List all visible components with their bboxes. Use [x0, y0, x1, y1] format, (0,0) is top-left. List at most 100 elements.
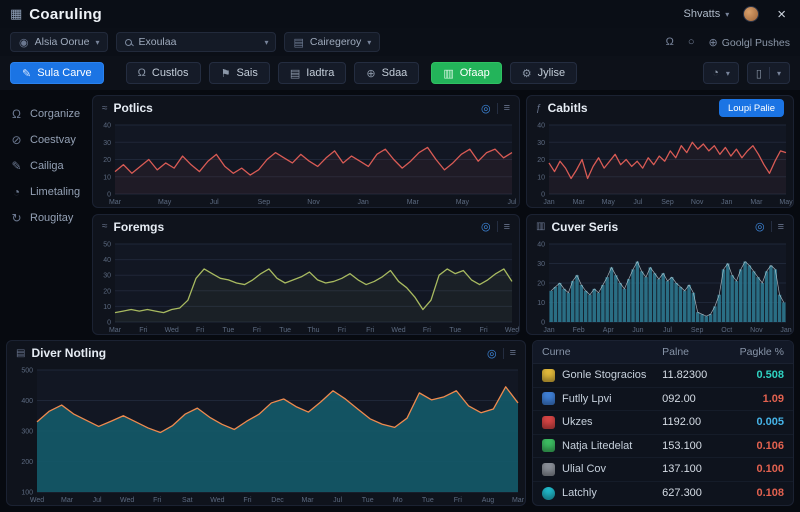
sidebar-item-coestvay[interactable]: ⊘ Coestvay: [6, 129, 88, 151]
svg-text:20: 20: [103, 288, 111, 295]
table-row[interactable]: Futlly Lpvi 092.00 1.09: [533, 388, 793, 411]
bell-icon[interactable]: Ω: [666, 36, 674, 48]
svg-text:0: 0: [541, 319, 545, 326]
svg-text:Wed: Wed: [120, 497, 134, 504]
sidebar-item-corganize[interactable]: Ω Corganize: [6, 103, 88, 125]
svg-text:100: 100: [21, 490, 33, 497]
menu-icon[interactable]: ≡: [510, 347, 516, 359]
toolbar-button-sdaa[interactable]: ⊕ Sdaa: [354, 62, 420, 84]
sidebar-item-rougitay[interactable]: ↻ Rougitay: [6, 207, 88, 229]
svg-text:30: 30: [537, 261, 545, 268]
sidebar-item-limetaling[interactable]: ◔ Limetaling: [6, 181, 88, 203]
table-row[interactable]: Ulial Cov 137.100 0.100: [533, 458, 793, 482]
history-icon: ↻: [11, 211, 22, 225]
search-box[interactable]: ▾: [116, 32, 277, 52]
svg-text:10: 10: [103, 303, 111, 310]
svg-text:30: 30: [537, 140, 545, 147]
table-row[interactable]: Ukzes 1192.00 0.005: [533, 411, 793, 435]
svg-text:Jun: Jun: [632, 327, 643, 334]
svg-text:Nov: Nov: [691, 199, 704, 206]
svg-text:Fri: Fri: [454, 497, 463, 504]
bell-icon: Ω: [12, 107, 21, 121]
svg-text:20: 20: [537, 157, 545, 164]
toolbar-button-jylise[interactable]: ⚙ Jylise: [509, 62, 578, 84]
svg-text:Sep: Sep: [691, 327, 704, 334]
svg-text:Jan: Jan: [543, 199, 554, 206]
menu-icon[interactable]: ≡: [778, 221, 784, 233]
table-row[interactable]: Latchly 627.300 0.108: [533, 482, 793, 506]
svg-text:Fri: Fri: [423, 327, 432, 334]
search-icon: [125, 38, 133, 46]
pencil-icon: ✎: [22, 67, 32, 80]
globe-link[interactable]: ⊕ Goolgl Pushes: [708, 36, 790, 49]
primary-action-button[interactable]: ✎ Sula Carve: [10, 62, 104, 84]
chart-grid: ≈ Potlics ◎ ≡ 0 10 20 30 40 Mar May Jul Sep Nov Ja…: [92, 95, 794, 335]
panel-title: Foremgs: [113, 219, 165, 234]
toolbar-button-sais[interactable]: ⚑ Sais: [208, 62, 270, 84]
svg-text:Tue: Tue: [449, 327, 461, 334]
svg-text:Tue: Tue: [223, 327, 235, 334]
category-dropdown[interactable]: ▤ Cairegeroy ▾: [284, 32, 381, 52]
coin-icon: [542, 415, 555, 429]
time-range-control[interactable]: ◔ ▾: [703, 62, 739, 84]
primary-action-label: Sula Carve: [37, 67, 92, 79]
user-menu[interactable]: Shvatts ▾: [684, 8, 730, 20]
gear-icon: ⚙: [521, 67, 532, 80]
svg-text:200: 200: [21, 459, 33, 466]
toolbar-button-iadtra[interactable]: ▤ Iadtra: [277, 62, 347, 84]
settings-icon[interactable]: ◎: [755, 220, 765, 233]
avatar[interactable]: [743, 6, 760, 22]
app-title: Coaruling: [29, 5, 102, 23]
svg-text:10: 10: [537, 174, 545, 181]
sidebar-item-cailiga[interactable]: ✎ Cailiga: [6, 155, 88, 177]
category-icon: ▤: [293, 36, 304, 49]
settings-icon[interactable]: ◎: [481, 220, 491, 233]
globe-label: Goolgl Pushes: [721, 36, 790, 49]
export-control[interactable]: ▯ ▾: [746, 62, 790, 84]
menu-icon[interactable]: ≡: [504, 221, 510, 233]
app-logo-icon: ▦: [10, 6, 23, 21]
table-row[interactable]: Gonle Stogracios 11.82300 0.508: [533, 364, 793, 388]
svg-text:0: 0: [107, 192, 111, 199]
svg-text:500: 500: [21, 368, 33, 375]
settings-icon[interactable]: ◎: [481, 102, 491, 115]
svg-text:Mar: Mar: [109, 327, 122, 334]
chevron-down-icon: ▾: [725, 9, 730, 19]
svg-text:Wed: Wed: [210, 497, 224, 504]
close-icon[interactable]: ×: [773, 5, 790, 24]
refresh-icon[interactable]: ○: [688, 36, 695, 48]
table-row[interactable]: Natja Litedelat 153.100 0.106: [533, 435, 793, 458]
svg-text:Mar: Mar: [750, 199, 763, 206]
panel-title: Cabitls: [547, 101, 588, 115]
svg-text:Mar: Mar: [512, 497, 525, 504]
user-filter-label: Alsia Oorue: [34, 36, 90, 48]
svg-text:Jan: Jan: [543, 327, 554, 334]
svg-text:Jan: Jan: [721, 199, 732, 206]
menu-icon[interactable]: ≡: [504, 102, 510, 114]
svg-text:Jul: Jul: [508, 199, 517, 206]
slash-circle-icon: ⊘: [11, 133, 22, 147]
panel-cuver-seris: ▥ Cuver Seris ◎ ≡ 0 10 20 30 40 Jan Feb Apr Jun J…: [526, 213, 794, 335]
bottom-section: ▤ Diver Notling ◎ ≡ 100 200 300 400 500 Wed Ma…: [0, 340, 800, 512]
loupi-palie-button[interactable]: Loupi Palie: [718, 99, 784, 117]
clock-icon: ◔: [712, 67, 719, 79]
toolbar-button-custlos[interactable]: Ω Custlos: [125, 62, 201, 84]
svg-text:Mar: Mar: [109, 199, 122, 206]
settings-icon[interactable]: ◎: [487, 347, 497, 360]
user-filter-dropdown[interactable]: ◉ Alsia Oorue ▾: [10, 32, 109, 52]
svg-text:Mar: Mar: [302, 497, 315, 504]
globe-icon: ⊕: [366, 67, 376, 80]
svg-text:Jan: Jan: [357, 199, 368, 206]
svg-text:Sat: Sat: [182, 497, 193, 504]
svg-text:Fri: Fri: [366, 327, 375, 334]
svg-text:Mar: Mar: [573, 199, 586, 206]
toolbar-button-ofaap[interactable]: ▥ Ofaap: [431, 62, 502, 84]
svg-text:Fri: Fri: [480, 327, 489, 334]
filter-bar: ◉ Alsia Oorue ▾ ▾ ▤ Cairegeroy ▾ Ω ○ ⊕Go…: [0, 28, 800, 56]
svg-text:Fri: Fri: [139, 327, 148, 334]
svg-text:Fri: Fri: [243, 497, 252, 504]
user-name: Shvatts: [683, 8, 721, 20]
search-input[interactable]: [138, 36, 249, 48]
diver-notling-chart: 100 200 300 400 500 Wed Mar Jul Wed Fri Sat Wed Fri D…: [7, 365, 525, 505]
coin-icon: [542, 368, 555, 382]
